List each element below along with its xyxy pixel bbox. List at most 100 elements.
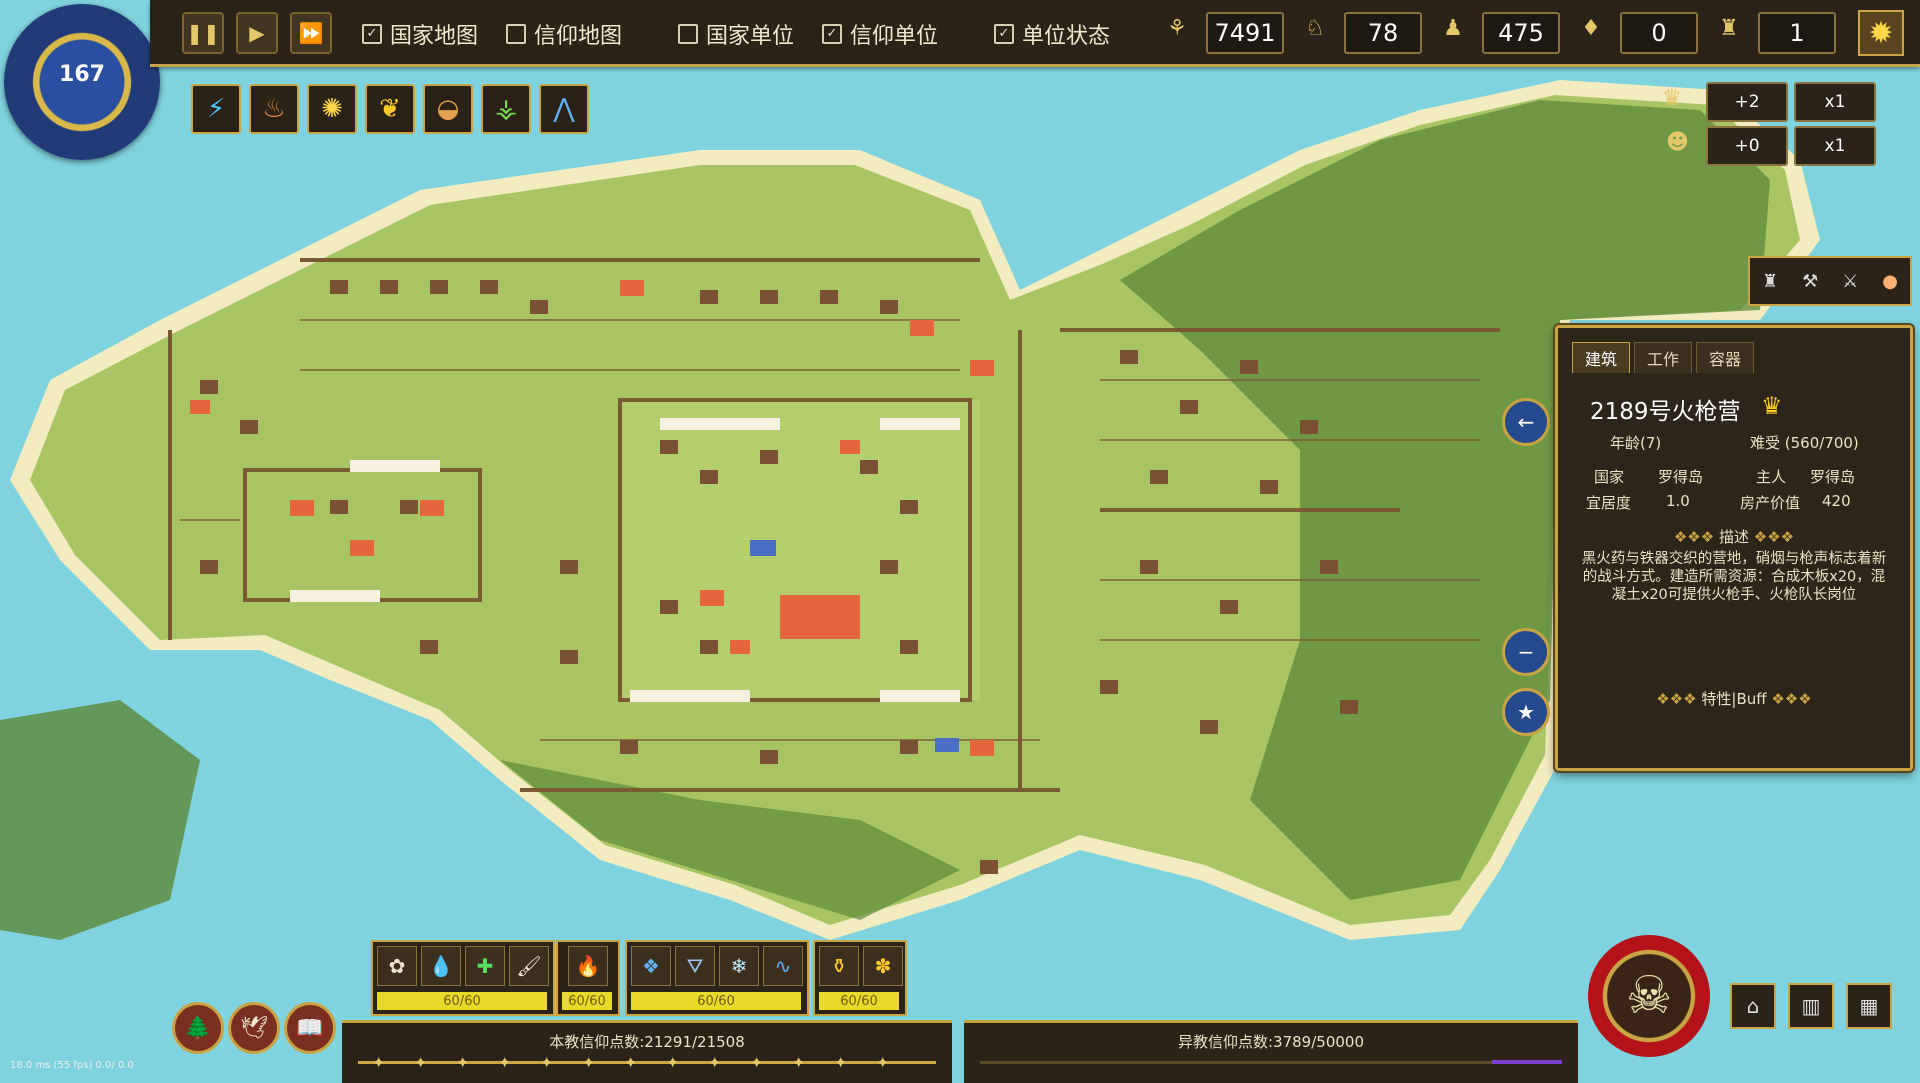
power-lightning[interactable]: ⚡ [191,84,241,134]
toggle-nation-units[interactable]: 国家单位 [678,18,794,50]
power-growth[interactable]: ⚶ [481,84,531,134]
star-icon: ✦ [582,1053,596,1072]
map-button[interactable]: ▦ [1846,983,1892,1029]
pause-button[interactable]: ❚❚ [182,12,224,54]
building-age: 年龄(7) [1610,434,1662,452]
building-difficulty: 难受 (560/700) [1750,434,1859,452]
power-compass[interactable]: ⋀ [539,84,589,134]
settings-button[interactable]: ✹ [1858,10,1904,56]
top-bar: ❚❚ ▶ ⏩ ✓ 国家地图 信仰地图 国家单位 ✓ 信仰单位 ✓ 单位状态 ⚘ 749… [150,0,1920,67]
shield-action[interactable]: ❖ [631,946,671,986]
skull-icon: ☠ [1625,966,1673,1026]
toggle-nation-map[interactable]: ✓ 国家地图 [362,18,478,50]
star-icon: ✦ [540,1053,554,1072]
favorite-button[interactable]: ★ [1502,688,1550,736]
wave-action[interactable]: ∿ [763,946,803,986]
traits-header-text: 特性|Buff [1701,690,1767,708]
power-sun-wheel[interactable]: ✺ [307,84,357,134]
toggle-label: 信仰单位 [850,24,939,49]
toggle-faith-units[interactable]: ✓ 信仰单位 [822,18,938,50]
brush-icon: 🖌 [516,954,542,978]
faith-bonus-value[interactable]: +0 [1706,126,1788,166]
energy-gauge: 60/60 [562,992,612,1010]
population-count: 475 [1482,12,1560,54]
ornament-icon: ❖❖❖ [1673,528,1719,546]
toggle-faith-map[interactable]: 信仰地图 [506,18,622,50]
livability-value: 1.0 [1666,492,1690,510]
wave-icon: ∿ [774,954,792,978]
heal-action[interactable]: ✚ [465,946,505,986]
toggle-unit-status[interactable]: ✓ 单位状态 [994,18,1110,50]
orb-icon[interactable]: ● [1882,271,1898,292]
tab-building[interactable]: 建筑 [1572,342,1631,373]
frost-action[interactable]: ❄ [719,946,759,986]
skull-button[interactable]: ☠ [1588,935,1710,1057]
pot-icon: ♨ [262,94,286,124]
play-button[interactable]: ▶ [236,12,278,54]
plus-icon: ✚ [476,954,494,978]
rabbit-count: 78 [1344,12,1422,54]
other-faith-text: 异教信仰点数:3789/50000 [1178,1033,1364,1051]
star-icon: ✦ [624,1053,638,1072]
faith-multiplier[interactable]: x1 [1794,126,1876,166]
soldier-icon[interactable]: ♜ [1762,271,1778,292]
tab-work[interactable]: 工作 [1634,342,1693,373]
sprout-icon: ⚶ [494,94,518,124]
power-harvest[interactable]: ♨ [249,84,299,134]
tree-button[interactable]: 🌲 [172,1002,224,1054]
faith-bonus-row: ☻ +0 x1 [1666,126,1876,166]
back-button[interactable]: ← [1502,398,1550,446]
fast-forward-button[interactable]: ⏩ [290,12,332,54]
map-icon: ▦ [1859,994,1879,1018]
description-header-text: 描述 [1718,528,1749,546]
building-list-button[interactable]: ▥ [1788,983,1834,1029]
crown-icon: ♛ [1662,86,1682,111]
star-icon: ✦ [456,1053,470,1072]
power-corn[interactable]: ❦ [365,84,415,134]
checkbox-icon [678,24,698,44]
flower-action[interactable]: ✿ [377,946,417,986]
tree-icon: 🌲 [184,1015,212,1041]
skull-small-icon: ☻ [1666,130,1689,155]
production-multiplier[interactable]: x1 [1794,82,1876,122]
star-icon: ✦ [666,1053,680,1072]
production-bonus-value[interactable]: +2 [1706,82,1788,122]
drop-icon: 💧 [428,954,454,978]
bread-icon: ◒ [436,94,460,124]
minus-icon: − [1517,640,1535,664]
tornado-action[interactable]: ⛛ [675,946,715,986]
description-header: ❖❖❖ 描述 ❖❖❖ [1558,526,1910,547]
house-icon: ⌂ [1746,994,1760,1018]
minimize-button[interactable]: − [1502,628,1550,676]
star-icon: ✦ [708,1053,722,1072]
property-value: 420 [1822,492,1851,510]
paint-action[interactable]: 🖌 [509,946,549,986]
tab-container[interactable]: 容器 [1696,342,1755,373]
book-button[interactable]: 📖 [284,1002,336,1054]
action-group-4: ⚱ ✽ 60/60 [813,940,907,1016]
traits-header: ❖❖❖ 特性|Buff ❖❖❖ [1558,688,1910,709]
soldier-count: 1 [1758,12,1836,54]
day-clock[interactable]: 167 [4,4,160,160]
production-bonus-row: ♛ +2 x1 [1662,82,1876,122]
action-group-2: 🔥 60/60 [556,940,620,1016]
bird-button[interactable]: 🕊 [228,1002,280,1054]
seed-action[interactable]: ✽ [863,946,903,986]
toggle-label: 信仰地图 [534,24,623,49]
water-action[interactable]: 💧 [421,946,461,986]
power-bread[interactable]: ◒ [423,84,473,134]
own-faith-track [358,1061,936,1064]
person-icon: ♟ [1443,16,1463,41]
tools-icon[interactable]: ⚔ [1842,271,1858,292]
star-icon: ★ [1517,700,1535,724]
sun-wheel-icon: ✺ [321,94,343,124]
hammer-icon[interactable]: ⚒ [1802,271,1818,292]
faith-count: 0 [1620,12,1698,54]
drop-icon: ♦ [1581,16,1601,41]
house-button[interactable]: ⌂ [1730,983,1776,1029]
star-icon: ✦ [834,1053,848,1072]
ornament-icon: ❖❖❖ [1749,528,1795,546]
fire-action[interactable]: 🔥 [568,946,608,986]
urn-action[interactable]: ⚱ [819,946,859,986]
pause-icon: ❚❚ [186,21,220,45]
